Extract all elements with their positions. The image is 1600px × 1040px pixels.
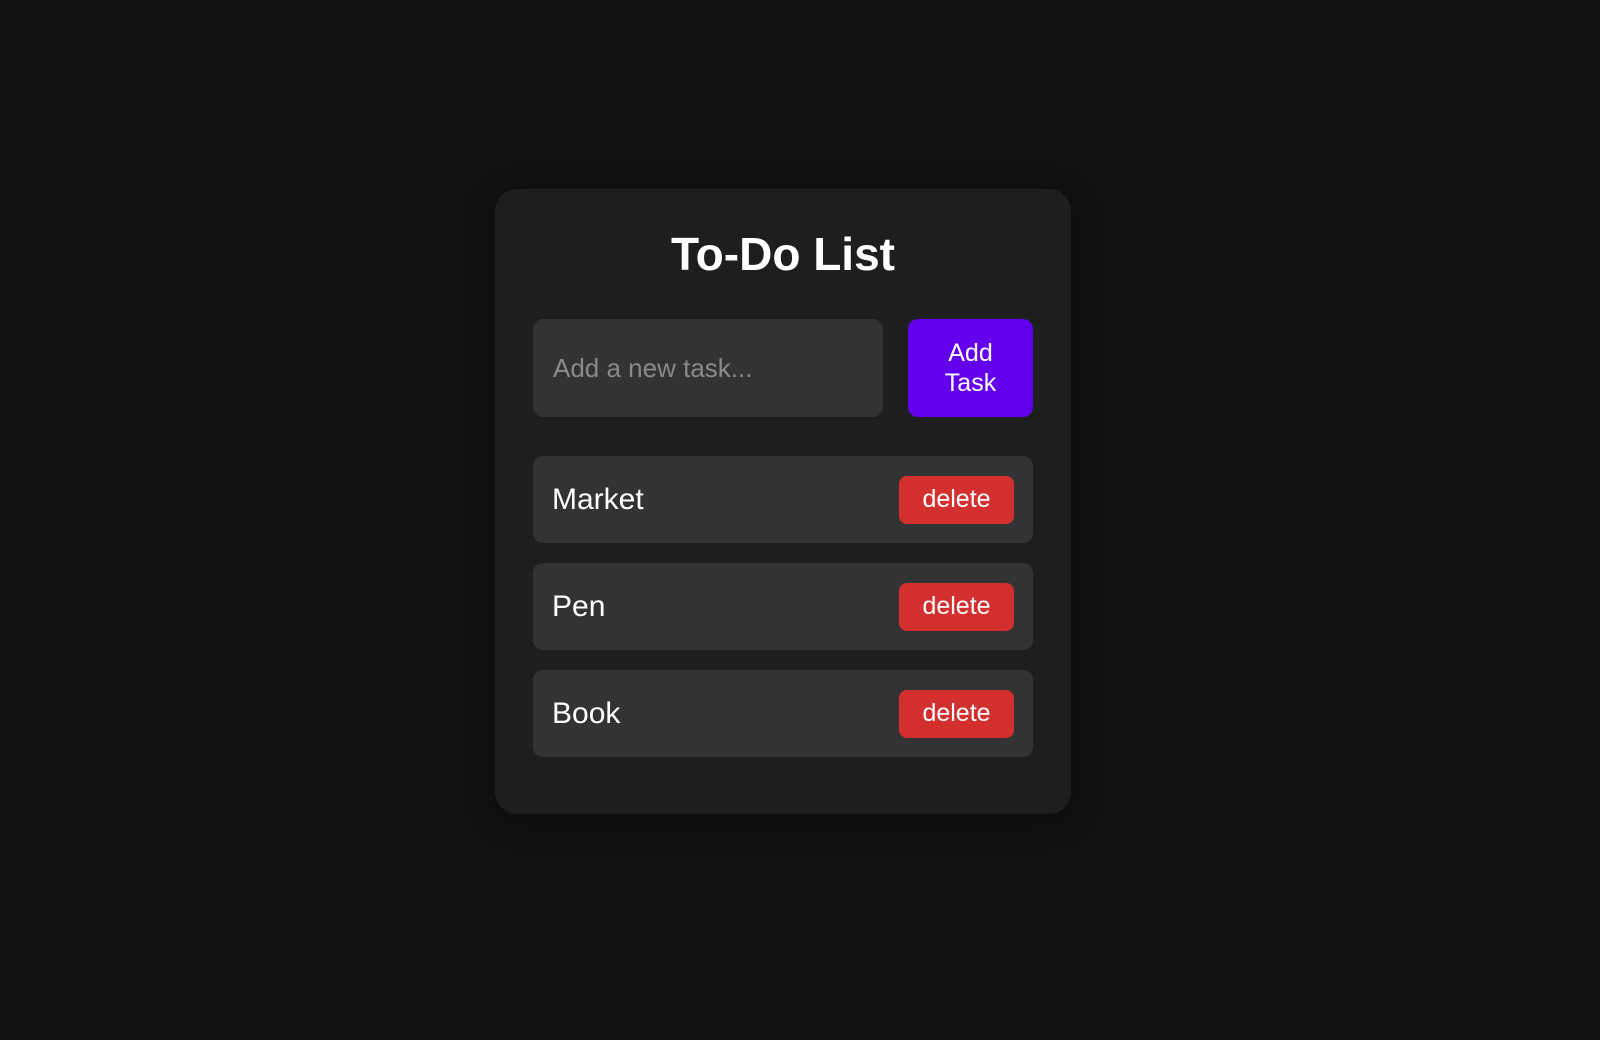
- add-task-row: Add Task: [533, 319, 1033, 417]
- delete-button[interactable]: delete: [899, 475, 1014, 524]
- task-label: Book: [552, 696, 621, 730]
- new-task-input[interactable]: [533, 319, 883, 417]
- delete-button[interactable]: delete: [899, 689, 1014, 738]
- task-label: Market: [552, 482, 644, 516]
- task-item: Pen delete: [533, 563, 1033, 650]
- task-item: Book delete: [533, 670, 1033, 757]
- add-task-button[interactable]: Add Task: [908, 319, 1033, 417]
- task-label: Pen: [552, 589, 606, 623]
- page-title: To-Do List: [671, 228, 895, 280]
- delete-button[interactable]: delete: [899, 582, 1014, 631]
- todo-card: To-Do List Add Task Market delete Pen de…: [495, 189, 1071, 814]
- task-list: Market delete Pen delete Book delete: [533, 456, 1033, 757]
- task-item: Market delete: [533, 456, 1033, 543]
